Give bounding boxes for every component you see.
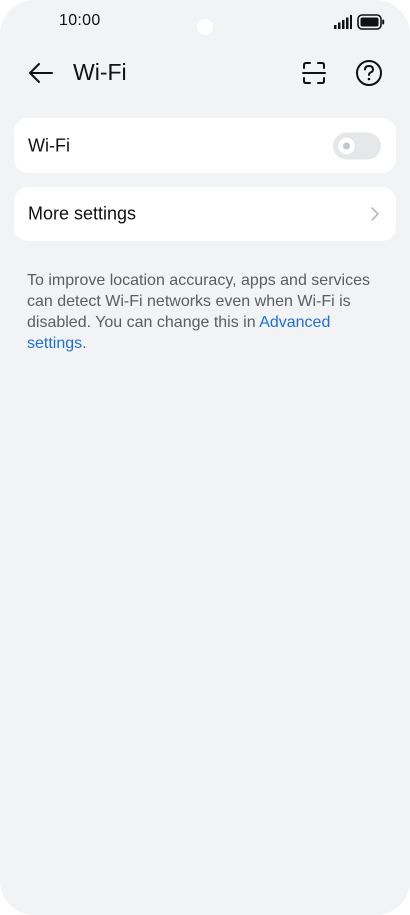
arrow-left-icon xyxy=(29,63,53,83)
chevron-right-icon xyxy=(371,207,379,221)
back-button[interactable] xyxy=(26,60,56,86)
status-bar: 10:00 xyxy=(0,0,410,44)
camera-cutout xyxy=(197,19,213,35)
scan-button[interactable] xyxy=(300,59,328,87)
header: Wi-Fi xyxy=(0,50,410,96)
battery-icon xyxy=(357,14,385,30)
help-circle-icon xyxy=(356,60,382,86)
help-button[interactable] xyxy=(354,58,384,88)
toggle-knob xyxy=(338,137,355,154)
signal-icon xyxy=(334,15,352,29)
more-settings-item[interactable]: More settings xyxy=(14,187,396,241)
scan-icon xyxy=(302,62,326,84)
location-description: To improve location accuracy, apps and s… xyxy=(27,270,392,354)
more-settings-label: More settings xyxy=(28,203,137,224)
status-time: 10:00 xyxy=(59,12,101,29)
wifi-label: Wi-Fi xyxy=(28,135,70,155)
wifi-card: Wi-Fi xyxy=(14,118,396,173)
screen: 10:00 Wi-Fi Wi-Fi More settings To impro… xyxy=(0,0,410,915)
wifi-toggle[interactable] xyxy=(333,132,381,159)
description-end: . xyxy=(82,335,87,352)
page-title: Wi-Fi xyxy=(73,59,127,85)
